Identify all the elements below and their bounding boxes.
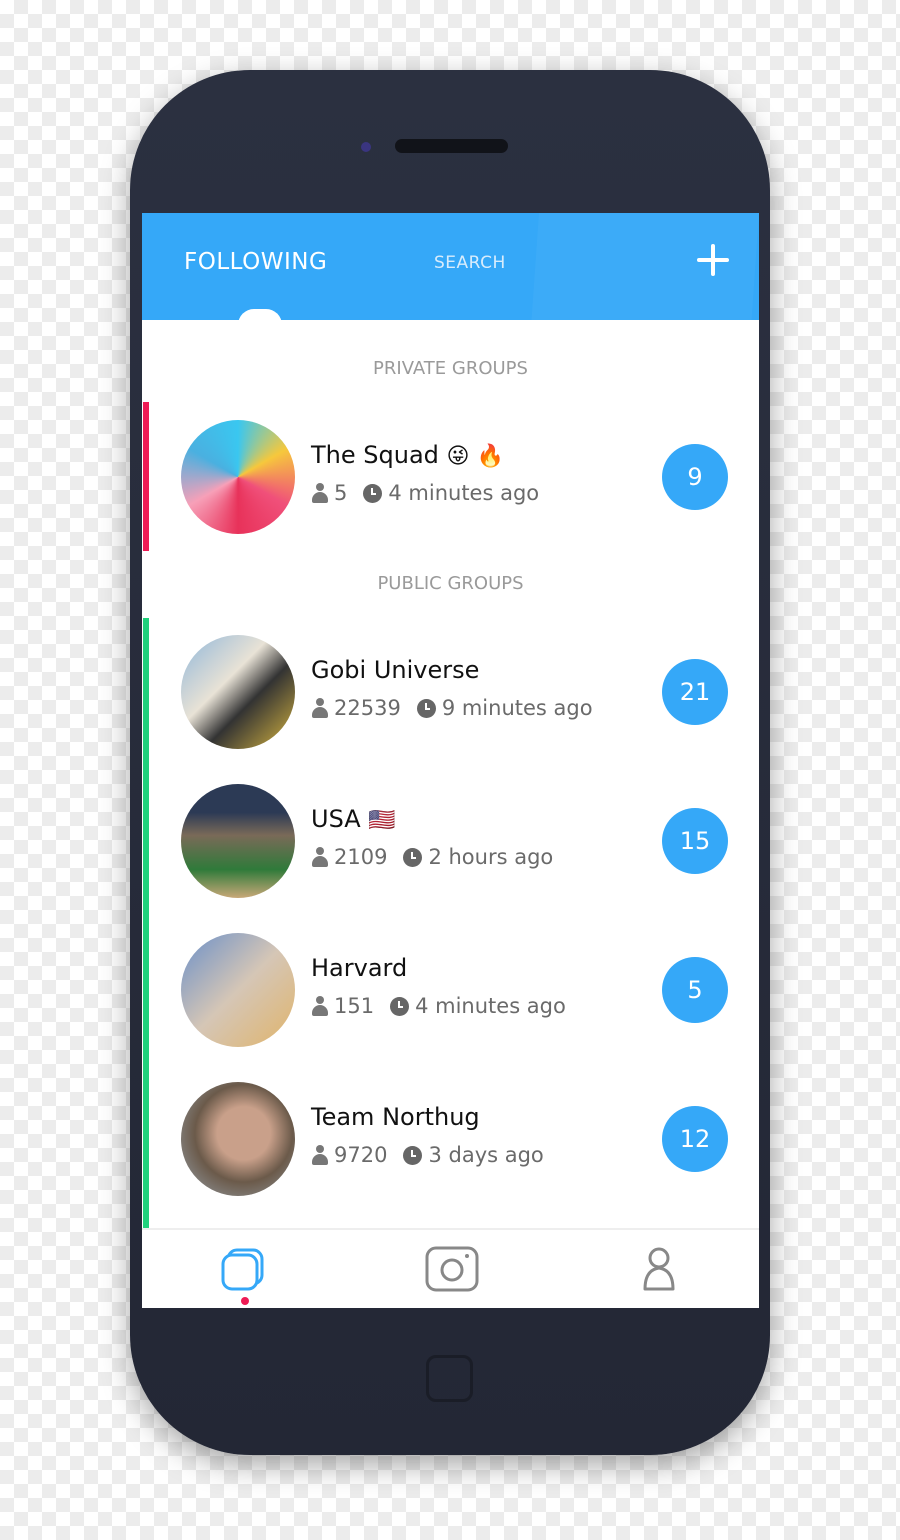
last-active: 9 minutes ago — [441, 696, 593, 720]
app-screen: FOLLOWING SEARCH PRIVATE GROUPS PUBLIC G… — [142, 213, 759, 1308]
group-meta: 5 4 minutes ago — [312, 481, 539, 505]
group-name: Gobi Universe — [311, 656, 480, 684]
member-count: 5 — [334, 481, 348, 505]
group-avatar — [181, 784, 295, 898]
section-public-groups: PUBLIC GROUPS — [377, 573, 524, 594]
groups-icon[interactable] — [214, 1244, 274, 1294]
group-name: Team Northug — [311, 1103, 480, 1131]
group-name: Harvard — [311, 954, 408, 982]
clock-icon — [403, 1145, 423, 1165]
member-count: 2109 — [334, 845, 388, 869]
group-row[interactable]: Team Northug 9720 3 days ago 12 — [142, 1079, 759, 1199]
group-meta: 2109 2 hours ago — [312, 845, 553, 869]
group-avatar — [181, 420, 295, 534]
group-emoji: 🇺🇸 — [368, 808, 396, 833]
group-avatar — [181, 635, 295, 749]
clock-icon — [416, 698, 436, 718]
profile-icon[interactable] — [629, 1244, 689, 1294]
bottom-nav — [142, 1228, 759, 1308]
unread-count-badge[interactable]: 5 — [662, 957, 728, 1023]
tab-search[interactable]: SEARCH — [434, 253, 506, 273]
member-count: 22539 — [334, 696, 401, 720]
unread-count-badge[interactable]: 15 — [662, 808, 728, 874]
clock-icon — [403, 847, 423, 867]
home-button[interactable] — [426, 1355, 473, 1402]
tab-following[interactable]: FOLLOWING — [184, 249, 327, 275]
members-icon — [312, 483, 328, 503]
member-count: 9720 — [334, 1143, 388, 1167]
plus-icon[interactable] — [697, 244, 729, 276]
group-name: The Squad 😜 🔥 — [311, 441, 504, 469]
group-name: USA 🇺🇸 — [311, 805, 396, 833]
top-bar: FOLLOWING SEARCH — [142, 213, 759, 325]
members-icon — [312, 996, 328, 1016]
last-active: 4 minutes ago — [388, 481, 540, 505]
group-avatar — [181, 933, 295, 1047]
front-camera — [361, 142, 371, 152]
unread-count-badge[interactable]: 12 — [662, 1106, 728, 1172]
members-icon — [312, 1145, 328, 1165]
member-count: 151 — [334, 994, 375, 1018]
group-row[interactable]: The Squad 😜 🔥 5 4 minutes ago 9 — [142, 417, 759, 537]
group-row[interactable]: Harvard 151 4 minutes ago 5 — [142, 930, 759, 1050]
speaker — [395, 139, 508, 153]
group-avatar — [181, 1082, 295, 1196]
unread-count-badge[interactable]: 9 — [662, 444, 728, 510]
active-tab-indicator — [238, 309, 282, 325]
group-meta: 22539 9 minutes ago — [312, 696, 593, 720]
unread-count-badge[interactable]: 21 — [662, 659, 728, 725]
group-meta: 9720 3 days ago — [312, 1143, 544, 1167]
members-icon — [312, 847, 328, 867]
group-meta: 151 4 minutes ago — [312, 994, 566, 1018]
group-emoji: 😜 🔥 — [446, 444, 504, 469]
group-row[interactable]: USA 🇺🇸 2109 2 hours ago 15 — [142, 781, 759, 901]
camera-icon[interactable] — [422, 1244, 482, 1294]
clock-icon — [363, 483, 383, 503]
notification-dot — [241, 1297, 249, 1305]
group-row[interactable]: Gobi Universe 22539 9 minutes ago 21 — [142, 632, 759, 752]
last-active: 3 days ago — [428, 1143, 544, 1167]
last-active: 4 minutes ago — [415, 994, 566, 1018]
clock-icon — [390, 996, 410, 1016]
section-private-groups: PRIVATE GROUPS — [373, 358, 528, 379]
last-active: 2 hours ago — [428, 845, 554, 869]
members-icon — [312, 698, 328, 718]
